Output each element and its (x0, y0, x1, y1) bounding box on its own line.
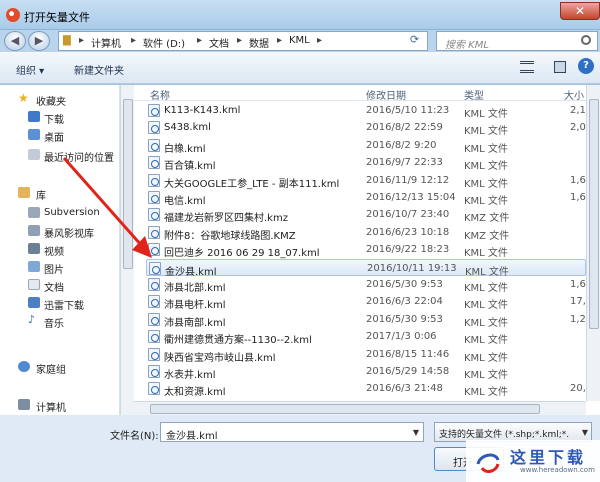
chevron-down-icon[interactable]: ▼ (582, 428, 588, 437)
watermark-title: 这里下载 (510, 448, 587, 467)
watermark-logo (476, 453, 500, 473)
filename-value: 金沙县.kml (166, 431, 218, 442)
filename-field[interactable]: 金沙县.kml ▼ (160, 422, 424, 442)
watermark-url: www.hereadown.com (520, 466, 595, 474)
file-type-select[interactable]: 支持的矢量文件 (*.shp;*.kml;*. ▼ (434, 422, 592, 442)
file-type-value: 支持的矢量文件 (*.shp;*.kml;*. (439, 430, 570, 440)
watermark: 这里下载 www.hereadown.com (466, 440, 600, 482)
chevron-down-icon[interactable]: ▼ (413, 428, 419, 437)
filename-label: 文件名(N): (110, 431, 159, 442)
annotation-arrow (62, 157, 152, 258)
